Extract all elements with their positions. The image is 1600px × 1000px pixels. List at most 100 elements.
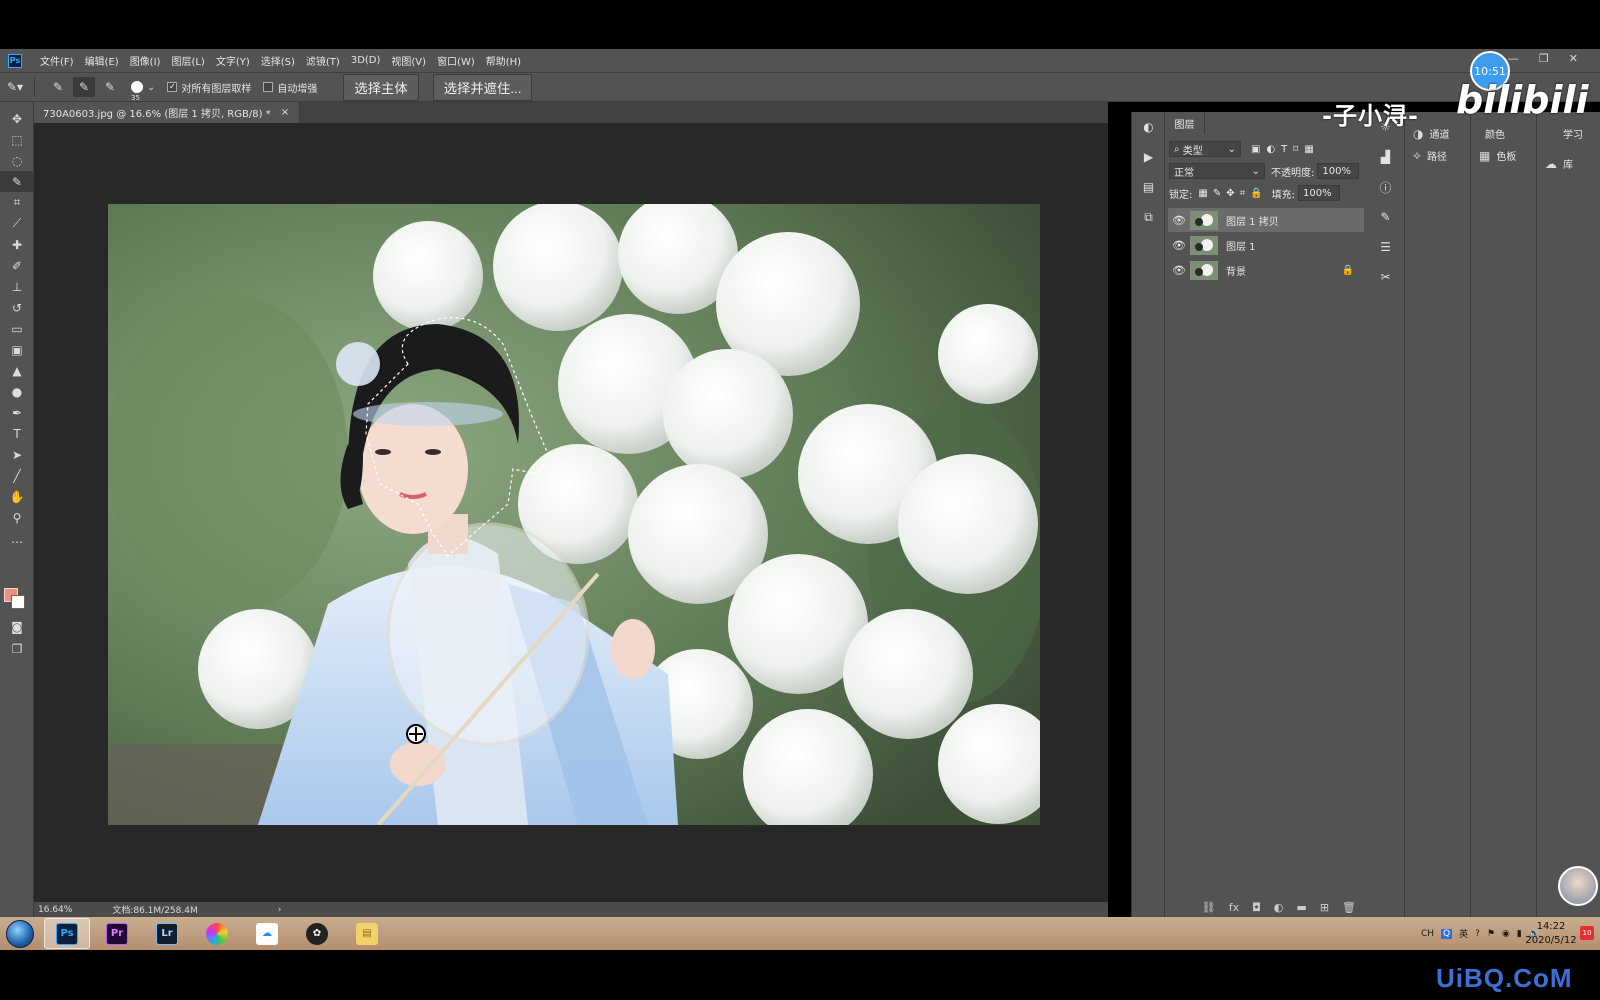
new-group-icon[interactable]: ▬ — [1296, 901, 1306, 914]
canvas-image[interactable] — [108, 204, 1040, 825]
menu-window[interactable]: 窗口(W) — [437, 53, 475, 68]
layer-filter-icons[interactable]: ▣◐T⌑▦ — [1251, 144, 1320, 155]
layer-row[interactable]: 👁 图层 1 拷贝 — [1168, 208, 1364, 232]
menu-layer[interactable]: 图层(L) — [171, 53, 204, 68]
path-selection-tool-icon[interactable]: ➤ — [0, 444, 34, 465]
menu-help[interactable]: 帮助(H) — [486, 53, 521, 68]
taskbar-clock[interactable]: 14:22 2020/5/12 — [1516, 920, 1586, 948]
screen-mode-icon[interactable]: ❐ — [0, 638, 34, 659]
close-button[interactable]: ✕ — [1569, 52, 1578, 65]
sliders-icon[interactable]: ☰ — [1369, 232, 1402, 262]
delete-layer-icon[interactable]: 🗑 — [1342, 901, 1356, 914]
select-subject-button[interactable]: 选择主体 — [343, 73, 419, 101]
input-language[interactable]: 英 — [1459, 927, 1468, 940]
quick-mask-icon[interactable]: ◙ — [0, 616, 34, 637]
taskbar-app-colorful[interactable] — [194, 918, 240, 949]
history-icon[interactable]: ⧉ — [1132, 202, 1165, 232]
brush-preview-icon[interactable]: 35 — [131, 81, 143, 102]
close-tab-icon[interactable]: × — [281, 107, 289, 118]
restore-button[interactable]: ❐ — [1539, 52, 1549, 65]
add-to-selection-brush-icon[interactable]: ✎ — [73, 77, 95, 97]
background-color-swatch[interactable] — [11, 595, 25, 609]
info-icon[interactable]: ⓘ — [1369, 172, 1402, 202]
taskbar-app-cloud[interactable]: ☁ — [244, 918, 290, 949]
taskbar-app-davinci[interactable]: ✿ — [294, 918, 340, 949]
quick-selection-tool-icon[interactable]: ✎ — [0, 171, 34, 192]
eye-icon[interactable]: 👁 — [1168, 214, 1190, 227]
tray-icon[interactable]: ⚑ — [1487, 929, 1495, 939]
input-method-icon[interactable]: Q — [1441, 928, 1453, 939]
eyedropper-tool-icon[interactable]: ⟋ — [0, 213, 34, 234]
zoom-tool-icon[interactable]: ⚲ — [0, 507, 34, 528]
document-tab[interactable]: 730A0603.jpg @ 16.6% (图层 1 拷贝, RGB/8) * … — [34, 102, 301, 123]
adjustment-layer-icon[interactable]: ◐ — [1274, 901, 1284, 914]
menu-3d[interactable]: 3D(D) — [351, 55, 381, 66]
blend-mode-dropdown[interactable]: 正常 ⌄ — [1169, 163, 1265, 179]
new-selection-brush-icon[interactable]: ✎ — [47, 77, 69, 97]
eraser-tool-icon[interactable]: ▭ — [0, 318, 34, 339]
taskbar-app-premiere[interactable]: Pr — [94, 918, 140, 949]
chevron-down-icon[interactable]: ⌄ — [147, 82, 155, 93]
help-icon[interactable]: ? — [1475, 929, 1480, 939]
eye-icon[interactable]: 👁 — [1168, 264, 1190, 277]
lasso-tool-icon[interactable]: ◌ — [0, 150, 34, 171]
blur-tool-icon[interactable]: ▲ — [0, 360, 34, 381]
fill-field[interactable]: 100% — [1298, 185, 1341, 201]
menu-image[interactable]: 图像(I) — [130, 53, 161, 68]
taskbar-app-photoshop[interactable]: Ps — [44, 918, 90, 949]
healing-brush-tool-icon[interactable]: ✚ — [0, 234, 34, 255]
brush-settings-icon[interactable]: ✎ — [1369, 202, 1402, 232]
type-tool-icon[interactable]: T — [0, 423, 34, 444]
menu-view[interactable]: 视图(V) — [391, 53, 426, 68]
adjustments-icon[interactable]: ◐ — [1132, 112, 1165, 142]
tool-preset-icon[interactable]: ✎▾ — [4, 77, 26, 97]
brush-tool-icon[interactable]: ✐ — [0, 255, 34, 276]
taskbar-app-lightroom[interactable]: Lr — [144, 918, 190, 949]
minimize-button[interactable]: — — [1508, 52, 1519, 65]
new-layer-icon[interactable]: ⊞ — [1320, 901, 1329, 914]
layers-tab[interactable]: 图层 — [1165, 112, 1205, 134]
history-brush-tool-icon[interactable]: ↺ — [0, 297, 34, 318]
sample-all-layers-checkbox[interactable]: ✓ 对所有图层取样 — [167, 80, 251, 95]
libraries-panel-button[interactable]: ☁ 库 — [1545, 156, 1573, 172]
status-menu-arrow-icon[interactable]: › — [278, 905, 282, 915]
clone-stamp-tool-icon[interactable]: ⊥ — [0, 276, 34, 297]
line-tool-icon[interactable]: ╱ — [0, 465, 34, 486]
layer-row[interactable]: 👁 背景 🔒 — [1168, 258, 1364, 282]
menu-file[interactable]: 文件(F) — [40, 53, 74, 68]
menu-select[interactable]: 选择(S) — [261, 53, 295, 68]
more-tools-icon[interactable]: … — [0, 528, 34, 549]
actions-play-icon[interactable]: ▶ — [1132, 142, 1165, 172]
histogram-icon[interactable]: ▟ — [1369, 142, 1402, 172]
zoom-level[interactable]: 16.64% — [38, 905, 72, 915]
tools-cross-icon[interactable]: ✂ — [1369, 262, 1402, 292]
pen-tool-icon[interactable]: ✒ — [0, 402, 34, 423]
menu-edit[interactable]: 编辑(E) — [85, 53, 119, 68]
eye-icon[interactable]: 👁 — [1168, 239, 1190, 252]
move-tool-icon[interactable]: ✥ — [0, 108, 34, 129]
language-indicator[interactable]: CH — [1421, 929, 1434, 939]
tray-app-icon[interactable]: ◉ — [1502, 929, 1510, 939]
auto-enhance-checkbox[interactable]: 自动增强 — [263, 80, 317, 95]
properties-icon[interactable]: ▤ — [1132, 172, 1165, 202]
dodge-tool-icon[interactable]: ● — [0, 381, 34, 402]
link-layers-icon[interactable]: ⛓ — [1202, 901, 1216, 914]
lock-icons[interactable]: ▦✎✥⌗🔒 — [1198, 188, 1267, 199]
paths-panel-button[interactable]: ⟡ 路径 — [1413, 148, 1447, 163]
hand-tool-icon[interactable]: ✋ — [0, 486, 34, 507]
subtract-selection-brush-icon[interactable]: ✎ — [99, 77, 121, 97]
menu-filter[interactable]: 滤镜(T) — [306, 53, 340, 68]
gradient-tool-icon[interactable]: ▣ — [0, 339, 34, 360]
layer-filter-dropdown[interactable]: ⌕ 类型 ⌄ — [1169, 141, 1241, 157]
crop-tool-icon[interactable]: ⌗ — [0, 192, 34, 213]
marquee-tool-icon[interactable]: ⬚ — [0, 129, 34, 150]
select-and-mask-button[interactable]: 选择并遮住... — [432, 73, 533, 101]
notification-badge[interactable]: 10 — [1580, 926, 1594, 940]
start-button[interactable] — [0, 917, 40, 950]
taskbar-app-explorer[interactable]: ▤ — [344, 918, 390, 949]
add-mask-icon[interactable]: ◘ — [1252, 901, 1261, 914]
learn-panel-button[interactable]: 学习 — [1563, 126, 1583, 141]
opacity-field[interactable]: 100% — [1317, 163, 1360, 179]
menu-type[interactable]: 文字(Y) — [216, 53, 250, 68]
layer-style-icon[interactable]: fx — [1229, 901, 1239, 914]
